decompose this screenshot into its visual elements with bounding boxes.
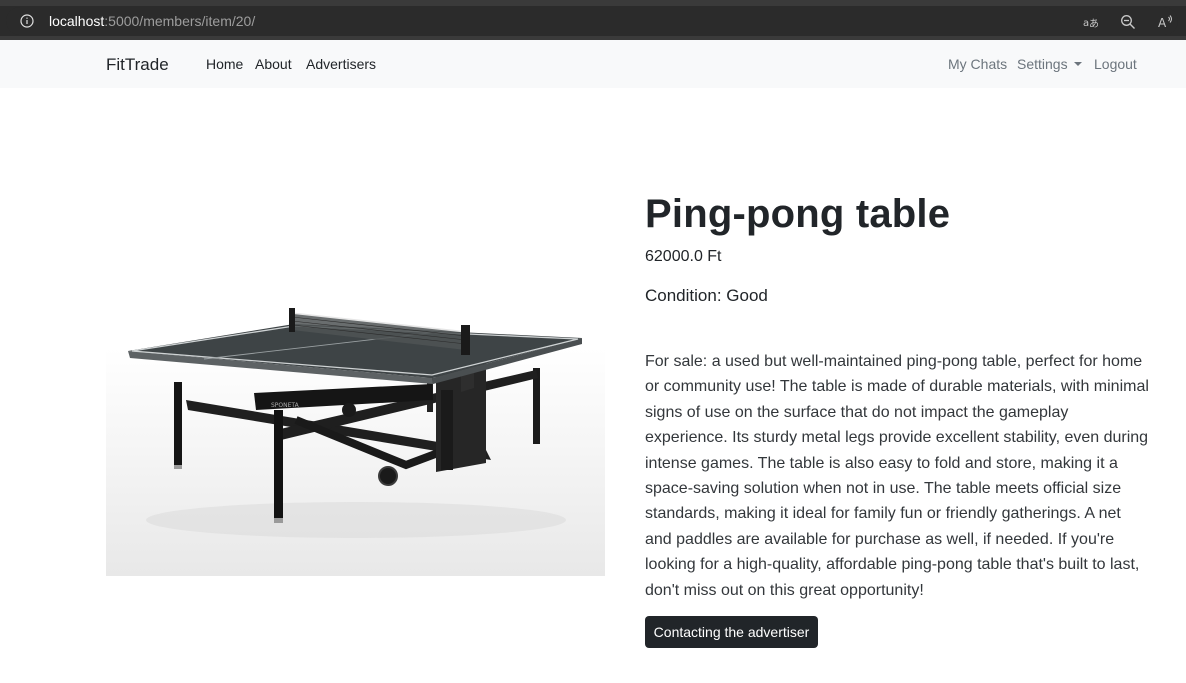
zoom-out-icon[interactable] <box>1120 14 1136 30</box>
product-condition: Condition: Good <box>645 286 768 305</box>
address-bar: localhost:5000/members/item/20/ a あ A <box>0 6 1186 36</box>
brand-link[interactable]: FitTrade <box>106 55 169 75</box>
nav-my-chats[interactable]: My Chats <box>948 56 1007 72</box>
product-price: 62000.0 Ft <box>645 248 722 265</box>
brand-print-icon: SPONETA <box>271 402 300 409</box>
product-image: SPONETA <box>106 120 605 576</box>
nav-about[interactable]: About <box>255 56 292 72</box>
url-text[interactable]: localhost:5000/members/item/20/ <box>49 13 255 29</box>
svg-text:A: A <box>1158 16 1167 30</box>
contact-advertiser-button[interactable]: Contacting the advertiser <box>645 616 818 648</box>
read-aloud-icon[interactable]: A <box>1158 14 1174 30</box>
nav-settings-label: Settings <box>1017 56 1068 72</box>
nav-logout[interactable]: Logout <box>1094 56 1137 72</box>
navbar: FitTrade Home About Advertisers My Chats… <box>0 40 1186 88</box>
translate-icon[interactable]: a あ <box>1082 14 1098 30</box>
nav-settings-dropdown[interactable]: Settings <box>1017 56 1082 72</box>
caret-down-icon <box>1073 62 1082 66</box>
site-info-icon[interactable] <box>20 14 34 28</box>
product-title: Ping-pong table <box>645 192 951 236</box>
product-description: For sale: a used but well-maintained pin… <box>645 353 1149 599</box>
nav-advertisers[interactable]: Advertisers <box>306 56 376 72</box>
url-host: localhost <box>49 13 105 29</box>
svg-text:あ: あ <box>1089 18 1098 30</box>
ping-pong-table-image: SPONETA <box>128 308 582 538</box>
url-path: :5000/members/item/20/ <box>104 13 256 29</box>
nav-home[interactable]: Home <box>206 56 243 72</box>
